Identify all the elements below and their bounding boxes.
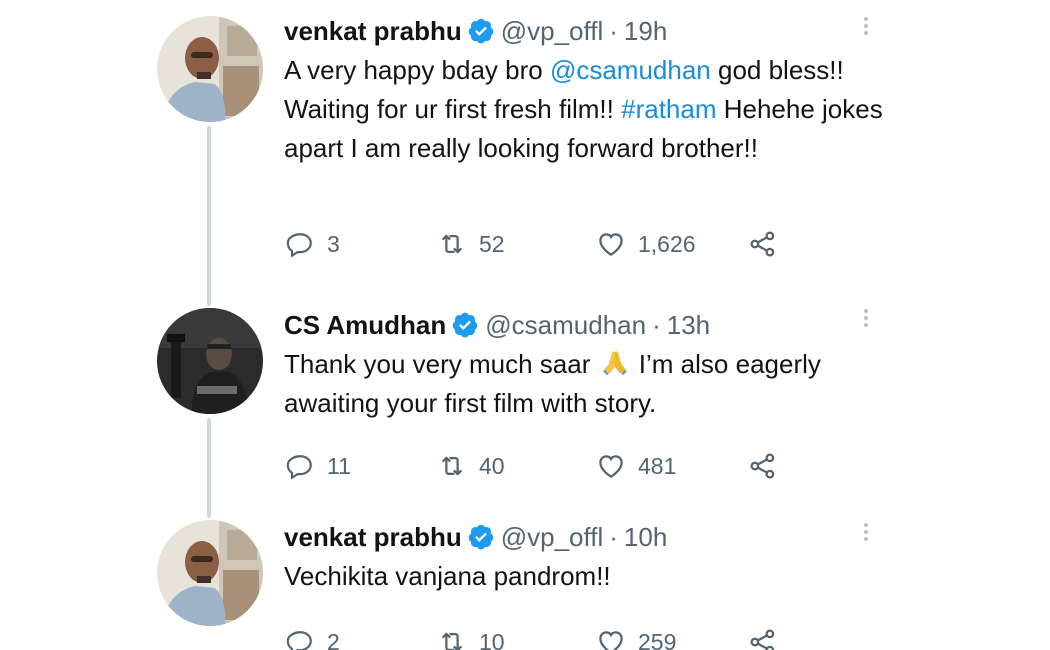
folded-hands-emoji xyxy=(600,347,630,377)
retweet-count: 52 xyxy=(479,230,505,257)
tweet[interactable]: CS Amudhan @csamudhan · 13h Thank you ve… xyxy=(0,300,1050,510)
share-icon xyxy=(750,629,775,650)
retweet-icon xyxy=(441,234,463,254)
tweet-text: Vechikita vanjana pandrom!! xyxy=(284,557,900,596)
like-icon xyxy=(599,631,623,650)
user-handle[interactable]: @vp_offl xyxy=(501,16,604,47)
reply-count: 3 xyxy=(327,230,340,257)
retweet-count: 40 xyxy=(479,452,505,479)
tweet[interactable]: venkat prabhu @vp_offl · 10h Vechikita v… xyxy=(0,510,1050,650)
more-options-icon[interactable] xyxy=(858,520,874,550)
tweet-body: CS Amudhan @csamudhan · 13h Thank you ve… xyxy=(284,308,900,480)
reply-count: 11 xyxy=(327,452,351,479)
separator-dot: · xyxy=(609,521,618,552)
tweet[interactable]: venkat prabhu @vp_offl · 19h A very happ… xyxy=(0,0,1050,300)
share-button[interactable] xyxy=(748,446,778,486)
timestamp[interactable]: 10h xyxy=(624,522,667,553)
tweet-text: Thank you very much saar I’m also eagerl… xyxy=(284,345,900,423)
like-button[interactable]: 259 xyxy=(596,622,676,650)
user-handle[interactable]: @vp_offl xyxy=(501,522,604,553)
user-handle[interactable]: @csamudhan xyxy=(485,310,646,341)
verified-badge-icon xyxy=(467,17,495,45)
share-button[interactable] xyxy=(748,622,778,650)
display-name[interactable]: venkat prabhu xyxy=(284,522,462,553)
verified-badge-icon xyxy=(467,523,495,551)
text-segment: Thank you very much saar xyxy=(284,349,598,379)
like-count: 481 xyxy=(638,452,677,479)
retweet-icon xyxy=(441,632,463,650)
reply-button[interactable]: 2 xyxy=(286,622,340,650)
like-icon xyxy=(599,455,623,478)
avatar-image xyxy=(157,16,263,122)
like-count: 259 xyxy=(638,628,677,650)
text-segment: A very happy bday bro xyxy=(284,55,550,85)
tweet-actions: 3 52 1,626 xyxy=(284,224,804,264)
timestamp[interactable]: 13h xyxy=(667,310,710,341)
tweet-actions: 2 10 259 xyxy=(284,622,804,650)
display-name[interactable]: CS Amudhan xyxy=(284,310,446,341)
tweet-body: venkat prabhu @vp_offl · 19h A very happ… xyxy=(284,14,900,258)
hashtag-link[interactable]: #ratham xyxy=(621,94,716,124)
tweet-header: venkat prabhu @vp_offl · 19h xyxy=(284,14,900,48)
retweet-button[interactable]: 52 xyxy=(437,224,505,264)
avatar[interactable] xyxy=(157,520,263,626)
like-icon xyxy=(599,233,623,256)
reply-button[interactable]: 11 xyxy=(286,446,351,486)
avatar[interactable] xyxy=(157,308,263,414)
tweet-header: CS Amudhan @csamudhan · 13h xyxy=(284,308,900,342)
more-options-icon[interactable] xyxy=(858,14,874,44)
reply-icon xyxy=(286,232,312,258)
retweet-count: 10 xyxy=(479,628,505,650)
verified-badge-icon xyxy=(451,311,479,339)
tweet-header: venkat prabhu @vp_offl · 10h xyxy=(284,520,900,554)
reply-button[interactable]: 3 xyxy=(286,224,340,264)
share-icon xyxy=(750,453,775,479)
share-button[interactable] xyxy=(748,224,778,264)
separator-dot: · xyxy=(652,309,661,340)
mention-link[interactable]: @csamudhan xyxy=(550,55,711,85)
timestamp[interactable]: 19h xyxy=(624,16,667,47)
like-button[interactable]: 1,626 xyxy=(596,224,696,264)
retweet-button[interactable]: 40 xyxy=(437,446,505,486)
reply-icon xyxy=(286,630,312,650)
tweet-actions: 11 40 481 xyxy=(284,446,804,486)
reply-count: 2 xyxy=(327,628,340,650)
display-name[interactable]: venkat prabhu xyxy=(284,16,462,47)
like-button[interactable]: 481 xyxy=(596,446,676,486)
avatar-image xyxy=(157,308,263,414)
tweet-text: A very happy bday bro @csamudhan god ble… xyxy=(284,51,900,168)
text-segment: Vechikita vanjana pandrom!! xyxy=(284,561,611,591)
retweet-button[interactable]: 10 xyxy=(437,622,505,650)
avatar[interactable] xyxy=(157,16,263,122)
reply-icon xyxy=(286,454,312,480)
tweet-body: venkat prabhu @vp_offl · 10h Vechikita v… xyxy=(284,520,900,650)
retweet-icon xyxy=(441,456,463,476)
like-count: 1,626 xyxy=(638,230,696,257)
more-options-icon[interactable] xyxy=(858,306,874,336)
separator-dot: · xyxy=(609,15,618,46)
tweet-thread: venkat prabhu @vp_offl · 19h A very happ… xyxy=(0,0,1050,650)
avatar-image xyxy=(157,520,263,626)
share-icon xyxy=(750,231,775,257)
